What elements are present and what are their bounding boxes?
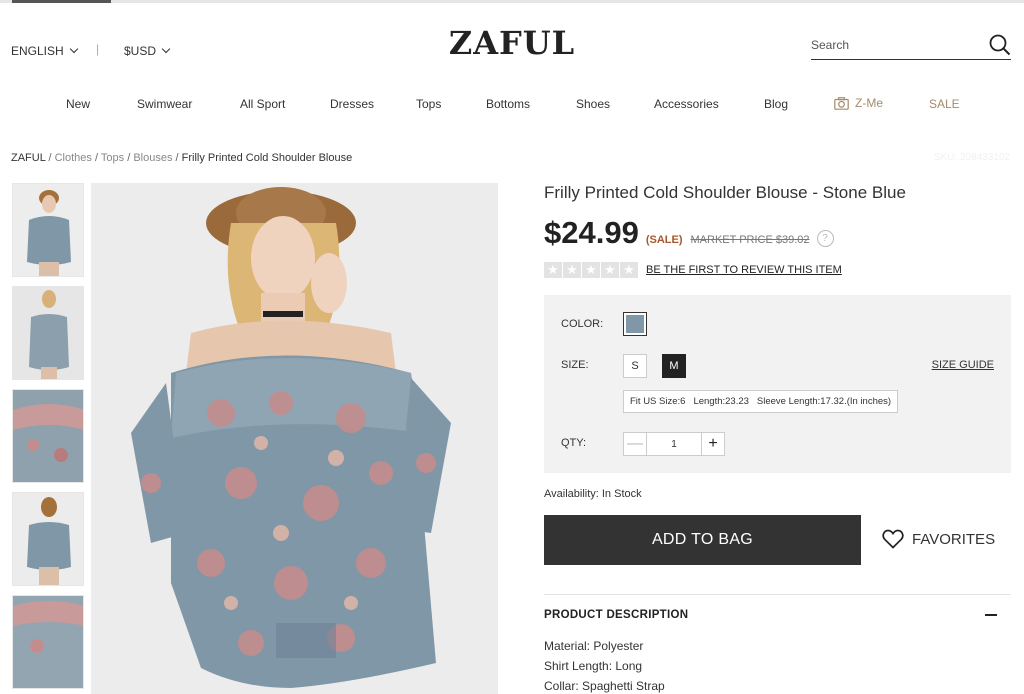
breadcrumb-link-tops[interactable]: Tops [101, 152, 124, 164]
favorites-label: FAVORITES [912, 530, 996, 548]
language-selector[interactable]: ENGLISH [11, 44, 78, 58]
write-review-link[interactable]: BE THE FIRST TO REVIEW THIS ITEM [646, 264, 842, 276]
minus-icon: — [627, 435, 643, 452]
fit-size: Fit US Size:6 [630, 396, 686, 407]
nav-item-new[interactable]: New [66, 97, 90, 111]
fit-length: Length:23.23 [693, 396, 749, 407]
thumbnail-4[interactable] [12, 492, 84, 586]
thumbnail-5[interactable] [12, 595, 84, 689]
nav-item-blog[interactable]: Blog [764, 97, 788, 111]
main-nav: New Swimwear All Sport Dresses Tops Bott… [0, 96, 1024, 113]
color-swatch-fill [626, 315, 644, 333]
thumbnail-image [13, 493, 83, 585]
rating-stars: ★ ★ ★ ★ ★ [544, 262, 638, 278]
nav-item-dresses[interactable]: Dresses [330, 97, 374, 111]
availability-status: Availability: In Stock [544, 488, 642, 500]
thumbnail-image [13, 287, 83, 379]
fit-sleeve-length: Sleeve Length:17.32.(In inches) [756, 396, 892, 407]
sale-tag: (SALE) [645, 234, 683, 246]
qty-input[interactable] [647, 432, 701, 456]
rating-row: ★ ★ ★ ★ ★ BE THE FIRST TO REVIEW THIS IT… [544, 262, 842, 278]
favorites-button[interactable]: FAVORITES [882, 529, 995, 549]
search-bar [811, 34, 1011, 60]
thumbnail-image [13, 390, 83, 482]
color-label: COLOR: [561, 318, 604, 330]
nav-item-all-sport[interactable]: All Sport [240, 97, 285, 111]
collapse-icon[interactable] [985, 614, 997, 616]
thumbnail-2[interactable] [12, 286, 84, 380]
size-option-s[interactable]: S [623, 354, 647, 378]
product-photo [91, 183, 498, 694]
description-title[interactable]: PRODUCT DESCRIPTION [544, 609, 688, 621]
star-icon: ★ [563, 262, 581, 278]
add-to-bag-button[interactable]: ADD TO BAG [544, 515, 861, 565]
site-logo[interactable]: ZAFUL [449, 24, 575, 62]
breadcrumb-link-zaful[interactable]: ZAFUL [11, 152, 45, 164]
product-options-panel: COLOR: SIZE: S M SIZE GUIDE Fit US Size:… [544, 295, 1011, 473]
star-icon: ★ [544, 262, 562, 278]
description-material: Material: Polyester [544, 639, 644, 653]
size-label: SIZE: [561, 359, 589, 371]
product-title: Frilly Printed Cold Shoulder Blouse - St… [544, 183, 906, 202]
header-separator: | [96, 42, 100, 56]
breadcrumb-link-blouses[interactable]: Blouses [133, 152, 172, 164]
description-shirt-length: Shirt Length: Long [544, 659, 643, 673]
nav-item-z-me-label: Z-Me [855, 96, 883, 110]
breadcrumb-current: Frilly Printed Cold Shoulder Blouse [181, 152, 353, 164]
qty-decrement-button[interactable]: — [623, 432, 647, 456]
fit-info-box: Fit US Size:6 Length:23.23 Sleeve Length… [623, 390, 899, 413]
thumbnail-image [13, 184, 83, 276]
star-icon: ★ [620, 262, 638, 278]
camera-icon [834, 96, 849, 110]
price-row: $24.99 (SALE) MARKET PRICE $39.02 ? [544, 215, 834, 251]
language-label: ENGLISH [11, 44, 64, 58]
breadcrumb: ZAFUL / Clothes / Tops / Blouses / Frill… [11, 152, 353, 164]
chevron-down-icon [161, 44, 171, 54]
description-divider [544, 594, 1011, 595]
market-price: MARKET PRICE $39.02 [690, 234, 810, 246]
breadcrumb-link-clothes[interactable]: Clothes [55, 152, 92, 164]
help-icon[interactable]: ? [816, 230, 834, 247]
nav-item-z-me[interactable]: Z-Me [834, 96, 883, 110]
top-divider [0, 0, 1024, 3]
qty-increment-button[interactable]: + [701, 432, 725, 456]
currency-selector[interactable]: $USD [124, 44, 171, 58]
nav-item-swimwear[interactable]: Swimwear [137, 97, 192, 111]
search-icon[interactable] [989, 34, 1011, 56]
thumbnail-1[interactable] [12, 183, 84, 277]
thumbnail-strip [12, 183, 84, 694]
nav-item-sale[interactable]: SALE [929, 97, 960, 111]
plus-icon: + [708, 435, 718, 452]
nav-item-bottoms[interactable]: Bottoms [486, 97, 530, 111]
size-option-m[interactable]: M [662, 354, 686, 378]
search-input[interactable] [811, 34, 981, 56]
star-icon: ★ [582, 262, 600, 278]
chevron-down-icon [69, 44, 78, 54]
qty-label: QTY: [561, 437, 587, 449]
currency-label: $USD [124, 44, 157, 58]
thumbnail-image [13, 596, 83, 688]
thumbnail-3[interactable] [12, 389, 84, 483]
nav-item-tops[interactable]: Tops [416, 97, 441, 111]
nav-item-accessories[interactable]: Accessories [654, 97, 719, 111]
description-collar: Collar: Spaghetti Strap [544, 679, 665, 693]
color-swatch-stone-blue[interactable] [623, 312, 647, 336]
product-price: $24.99 [544, 215, 639, 250]
sku-label: SKU: 208433102 [933, 152, 1010, 163]
nav-item-shoes[interactable]: Shoes [576, 97, 610, 111]
heart-icon [882, 529, 904, 549]
product-main-image[interactable] [91, 183, 498, 694]
star-icon: ★ [601, 262, 619, 278]
top-active-segment [12, 0, 111, 3]
size-guide-link[interactable]: SIZE GUIDE [932, 359, 994, 371]
